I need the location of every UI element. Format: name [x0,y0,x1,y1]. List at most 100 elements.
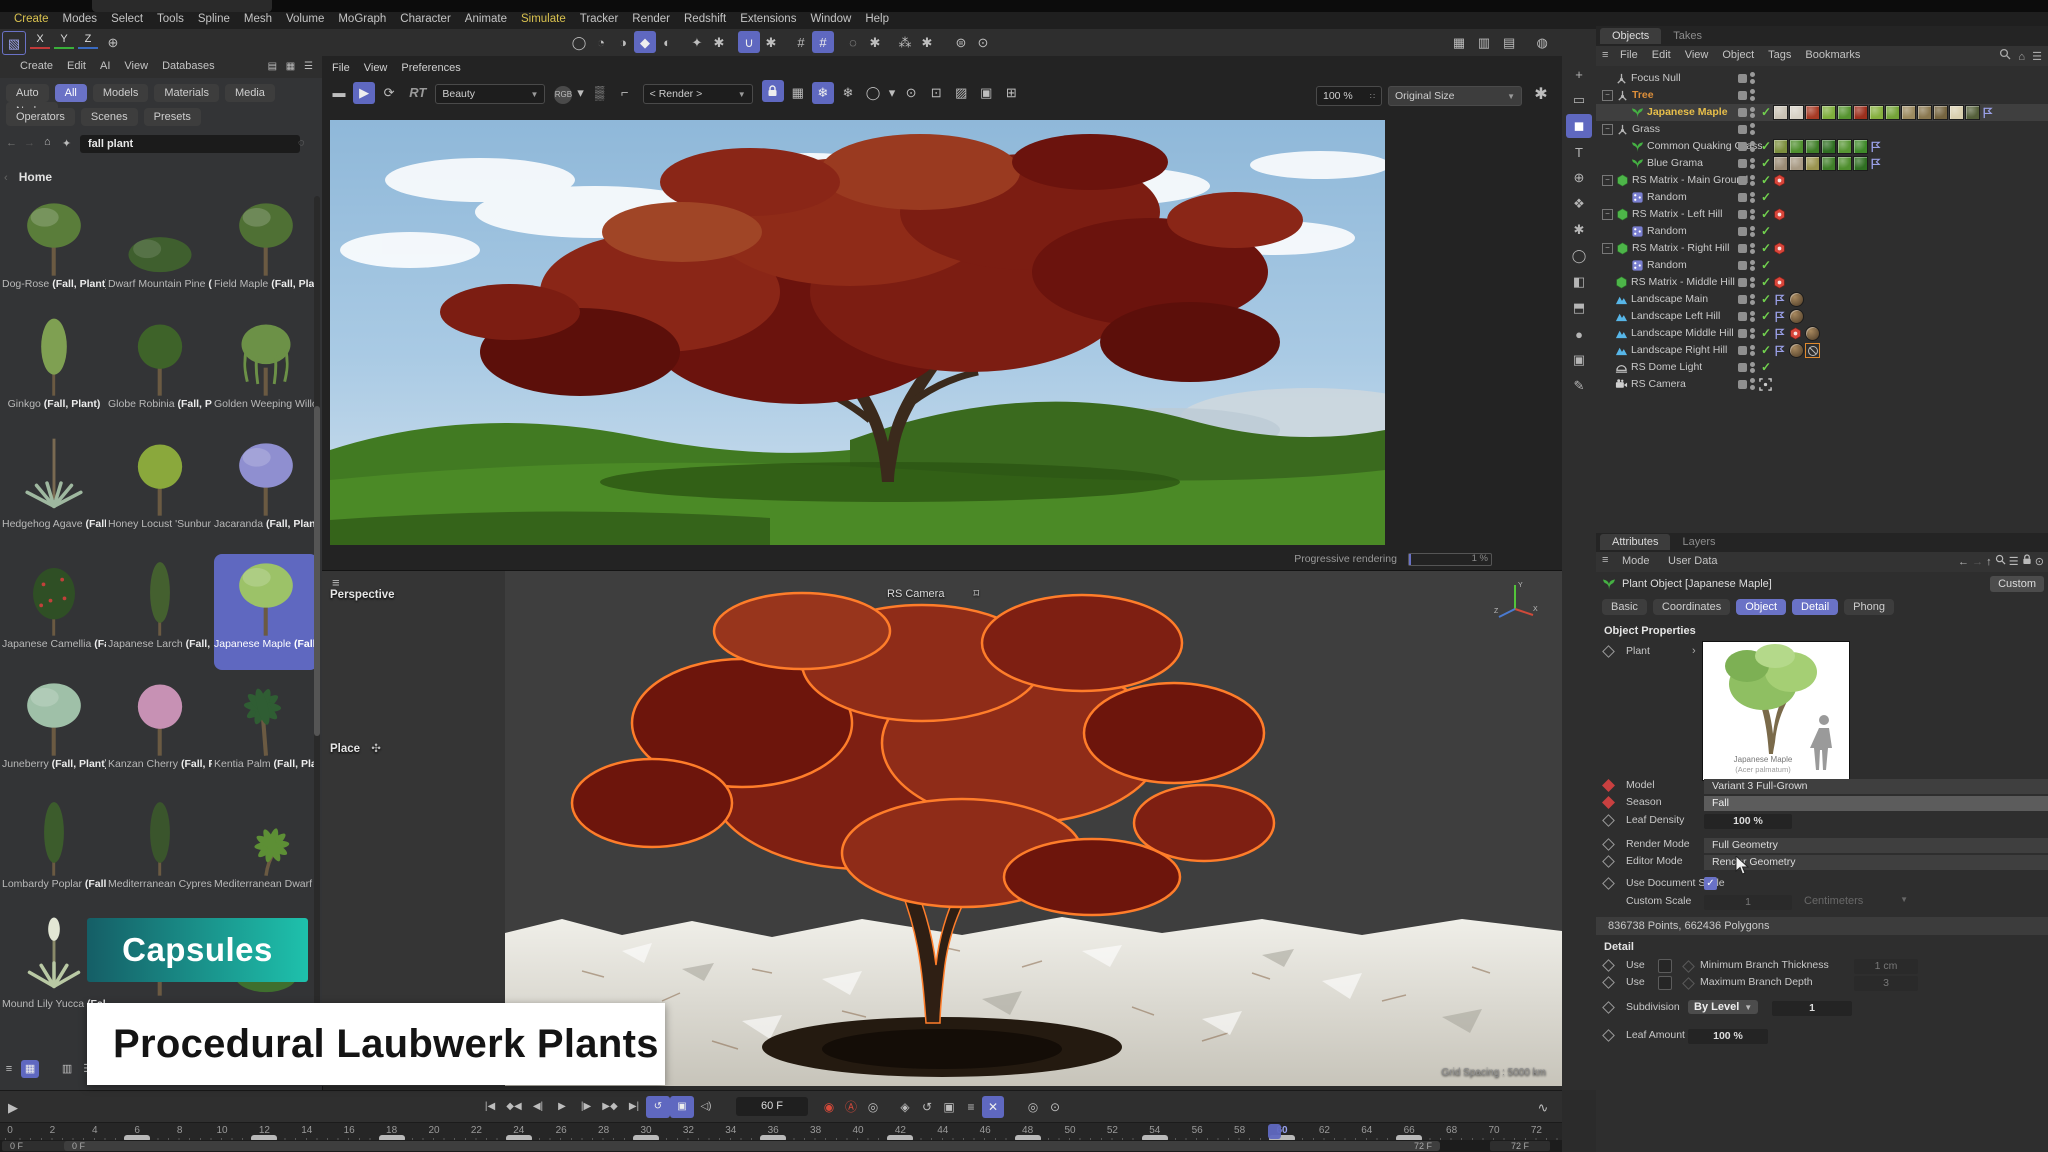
frame-field[interactable]: 60 F [736,1097,808,1116]
rgb-channel-icon[interactable]: RGB [554,86,572,104]
plant-preview[interactable]: Japanese Maple (Acer palmatum) [1702,641,1850,781]
home-icon[interactable]: ⌂ [44,136,51,148]
att-back-icon[interactable]: ← [1958,556,1969,568]
layer-color-box[interactable] [1738,329,1747,338]
character-tool-icon[interactable]: ✦ [686,31,708,53]
clear-search-icon[interactable]: ◌ [298,137,305,149]
focus-icon[interactable]: ⊙ [900,82,922,104]
workplane-icon[interactable]: ◌ [842,31,864,53]
titlebar-tab[interactable] [92,0,272,12]
enabled-check[interactable]: ✓ [1761,173,1771,187]
editor-mode-select[interactable]: Render Geometry [1704,855,2048,870]
visibility-dots[interactable] [1750,173,1756,188]
season-select[interactable]: Fall [1704,796,2048,811]
visibility-dots[interactable] [1750,309,1756,324]
snapshot-icon[interactable]: ❄ [812,82,834,104]
solo-icon[interactable]: ◎ [1022,1096,1044,1118]
menu-volume[interactable]: Volume [286,13,324,25]
sphere-add-icon[interactable]: ⊕ [1566,166,1592,190]
asset-item-jacaranda[interactable]: Jacaranda (Fall, Plant) [214,434,318,550]
half-shade-icon[interactable]: ◧ [1566,270,1592,294]
render-picture-viewer-icon[interactable]: ▥ [1473,31,1495,53]
footer-thumbs-icon[interactable]: ▥ [58,1060,76,1078]
material-chip[interactable] [1901,105,1916,120]
layer-color-box[interactable] [1738,193,1747,202]
viewport-view-label[interactable]: Perspective [330,589,395,601]
menu-tools[interactable]: Tools [157,13,184,25]
layer-color-box[interactable] [1738,210,1747,219]
expand-timeline-icon[interactable]: ▶ [2,1096,24,1118]
object-row-landscape-middle-hill[interactable]: Landscape Middle Hill✓ [1596,325,2048,342]
asset-menu-create[interactable]: Create [20,60,53,72]
forward-icon[interactable]: → [24,137,35,149]
object-row-landscape-main[interactable]: Landscape Main✓ [1596,291,2048,308]
material-chip[interactable] [1837,156,1852,171]
enabled-check[interactable]: ✓ [1761,224,1771,238]
enabled-check[interactable]: ✓ [1761,105,1771,119]
visibility-dots[interactable] [1750,360,1756,375]
record-keyframe-icon[interactable]: ◉ [818,1096,840,1118]
axis-center-icon[interactable]: ⊙ [972,31,994,53]
asset-menu-ai[interactable]: AI [100,60,110,72]
menu-mesh[interactable]: Mesh [244,13,272,25]
renderview-menu-file[interactable]: File [332,62,350,74]
menu-character[interactable]: Character [400,13,451,25]
magnet-gear-icon[interactable]: ✱ [760,31,782,53]
section-back-icon[interactable]: ‹ [4,172,8,184]
key-pla-icon[interactable]: ✕ [982,1096,1004,1118]
att-up-icon[interactable]: ↑ [1986,556,1992,568]
asset-item-globe-robinia[interactable]: Globe Robinia (Fall, Pl… [108,314,212,430]
zoom-value-field[interactable]: 100 %∷ [1316,86,1382,106]
enabled-check[interactable]: ✓ [1761,309,1771,323]
visibility-dots[interactable] [1750,224,1756,239]
material-sphere-chip[interactable] [1805,326,1820,341]
object-row-rs-dome-light[interactable]: RS Dome Light✓ [1596,359,2048,376]
asset-item-dwarf-mountain-pine[interactable]: Dwarf Mountain Pine (… [108,194,212,310]
material-sphere-chip[interactable] [1789,292,1804,307]
asset-item-honey-locust-sunbur-[interactable]: Honey Locust 'Sunbur… [108,434,212,550]
expand-toggle[interactable]: − [1602,209,1613,220]
enabled-check[interactable]: ✓ [1761,275,1771,289]
material-chip[interactable] [1837,139,1852,154]
att-chip-object[interactable]: Object [1736,599,1786,615]
material-chip[interactable] [1821,156,1836,171]
renderview-menu-preferences[interactable]: Preferences [401,62,460,74]
material-chip[interactable] [1789,105,1804,120]
object-row-japanese-maple[interactable]: Japanese Maple✓ [1596,104,2048,121]
filter-media[interactable]: Media [225,84,275,102]
render-refresh-icon[interactable]: ⟳ [378,82,400,104]
render-settings-gear-icon[interactable]: ✱ [1530,84,1552,106]
render-play-icon[interactable]: ▶ [353,82,375,104]
object-row-rs-matrix-middle-hill[interactable]: RS Matrix - Middle Hill✓ [1596,274,2048,291]
menu-create[interactable]: Create [14,13,49,25]
character-gear-icon[interactable]: ✱ [708,31,730,53]
visibility-dots[interactable] [1750,258,1756,273]
expand-toggle[interactable]: − [1602,243,1613,254]
att-tab-layers[interactable]: Layers [1670,534,1727,550]
compare-snapshot-icon[interactable]: ❄ [837,82,859,104]
uv-mode-icon[interactable]: ◐ [656,31,678,53]
crop-icon[interactable]: ⌐ [614,82,636,104]
enabled-check[interactable]: ✓ [1761,190,1771,204]
material-chip[interactable] [1949,105,1964,120]
filter-models[interactable]: Models [93,84,148,102]
visibility-dots[interactable] [1750,207,1756,222]
renderview-menu-view[interactable]: View [364,62,388,74]
cube-tool-icon[interactable]: ◼ [1566,114,1592,138]
layer-color-box[interactable] [1738,261,1747,270]
model-select[interactable]: Variant 3 Full-Grown [1704,779,2048,794]
asset-item-dog-rose[interactable]: Dog-Rose (Fall, Plant) [2,194,106,310]
move-tool-icon[interactable]: + [1566,62,1592,86]
att-userdata-menu[interactable]: User Data [1668,555,1718,567]
solo-single-icon[interactable]: ⊙ [1044,1096,1066,1118]
key-rotation-icon[interactable]: ↺ [916,1096,938,1118]
att-mode-menu[interactable]: Mode [1622,555,1650,567]
material-chip[interactable] [1821,139,1836,154]
range-slider[interactable]: 0 F 72 F [64,1141,1440,1151]
doc-playback-icon[interactable]: ▣ [670,1096,694,1118]
expand-icon[interactable]: ⊡ [925,82,947,104]
material-chip[interactable] [1789,139,1804,154]
menu-extensions[interactable]: Extensions [740,13,796,25]
visibility-dots[interactable] [1750,190,1756,205]
menu-window[interactable]: Window [810,13,851,25]
